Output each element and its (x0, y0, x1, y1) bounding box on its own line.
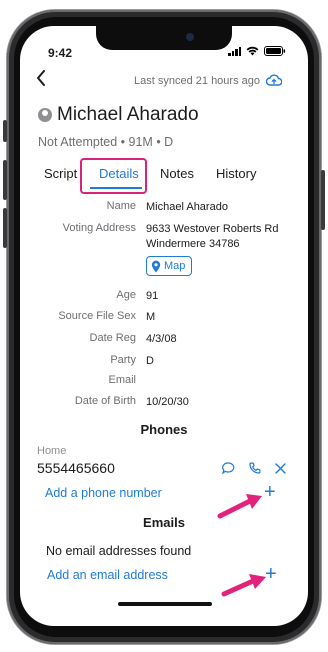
tab-bar: Script Details Notes History (20, 158, 308, 194)
phone-call-icon[interactable] (249, 462, 261, 474)
status-bar: 9:42 (20, 32, 308, 60)
add-email-link[interactable]: Add an email address (47, 568, 168, 582)
power-button (321, 170, 325, 230)
contact-header: Michael Aharado (38, 104, 199, 126)
map-button[interactable]: Map (146, 256, 193, 276)
cloud-upload-icon[interactable] (266, 74, 282, 86)
map-pin-icon (151, 260, 161, 272)
phones-section-title: Phones (140, 422, 188, 437)
message-icon[interactable] (222, 462, 235, 474)
map-button-label: Map (164, 260, 186, 272)
phone-number: 5554465660 (37, 460, 115, 476)
volume-up-button (3, 160, 7, 200)
pointer-arrow-icon (221, 574, 266, 597)
home-indicator (118, 602, 212, 606)
address-label: Voting Address (62, 222, 136, 234)
cellular-signal-icon (228, 46, 241, 56)
name-value: Michael Aharado (146, 201, 228, 213)
person-icon (38, 108, 52, 122)
tab-script[interactable]: Script (44, 166, 77, 181)
tab-notes[interactable]: Notes (160, 166, 194, 181)
contact-name: Michael Aharado (57, 104, 199, 125)
sex-label: Source File Sex (58, 310, 136, 322)
battery-icon (264, 46, 286, 56)
close-icon[interactable] (275, 462, 286, 474)
email-label: Email (108, 374, 136, 386)
date-reg-label: Date Reg (89, 332, 136, 344)
address-line1: 9633 Westover Roberts Rd (146, 223, 279, 235)
mute-switch (3, 120, 7, 142)
last-synced-text: Last synced 21 hours ago (134, 75, 260, 87)
chevron-left-icon[interactable] (36, 70, 46, 86)
contact-summary: Not Attempted • 91M • D (38, 135, 174, 149)
app-screen: 9:42 Last synced 21 hours ago Michael Ah… (20, 26, 308, 626)
tab-history[interactable]: History (216, 166, 256, 181)
top-bar: Last synced 21 hours ago (20, 70, 308, 96)
sex-value: M (146, 311, 156, 323)
name-label: Name (106, 200, 136, 212)
age-label: Age (116, 289, 136, 301)
add-phone-plus-button[interactable]: + (264, 482, 276, 502)
status-time: 9:42 (48, 46, 73, 60)
wifi-icon (246, 46, 259, 56)
phone-type-label: Home (37, 445, 67, 457)
phone-actions (222, 462, 286, 474)
address-line2: Windermere 34786 (146, 238, 240, 250)
age-value: 91 (146, 290, 159, 302)
party-label: Party (110, 354, 136, 366)
volume-down-button (3, 208, 7, 248)
details-tab-highlight (80, 158, 147, 194)
emails-section-title: Emails (143, 515, 185, 530)
dob-value: 10/20/30 (146, 396, 189, 408)
add-phone-link[interactable]: Add a phone number (45, 486, 162, 500)
no-email-text: No email addresses found (46, 544, 192, 558)
date-reg-value: 4/3/08 (146, 333, 177, 345)
dob-label: Date of Birth (74, 395, 136, 407)
party-value: D (146, 355, 154, 367)
